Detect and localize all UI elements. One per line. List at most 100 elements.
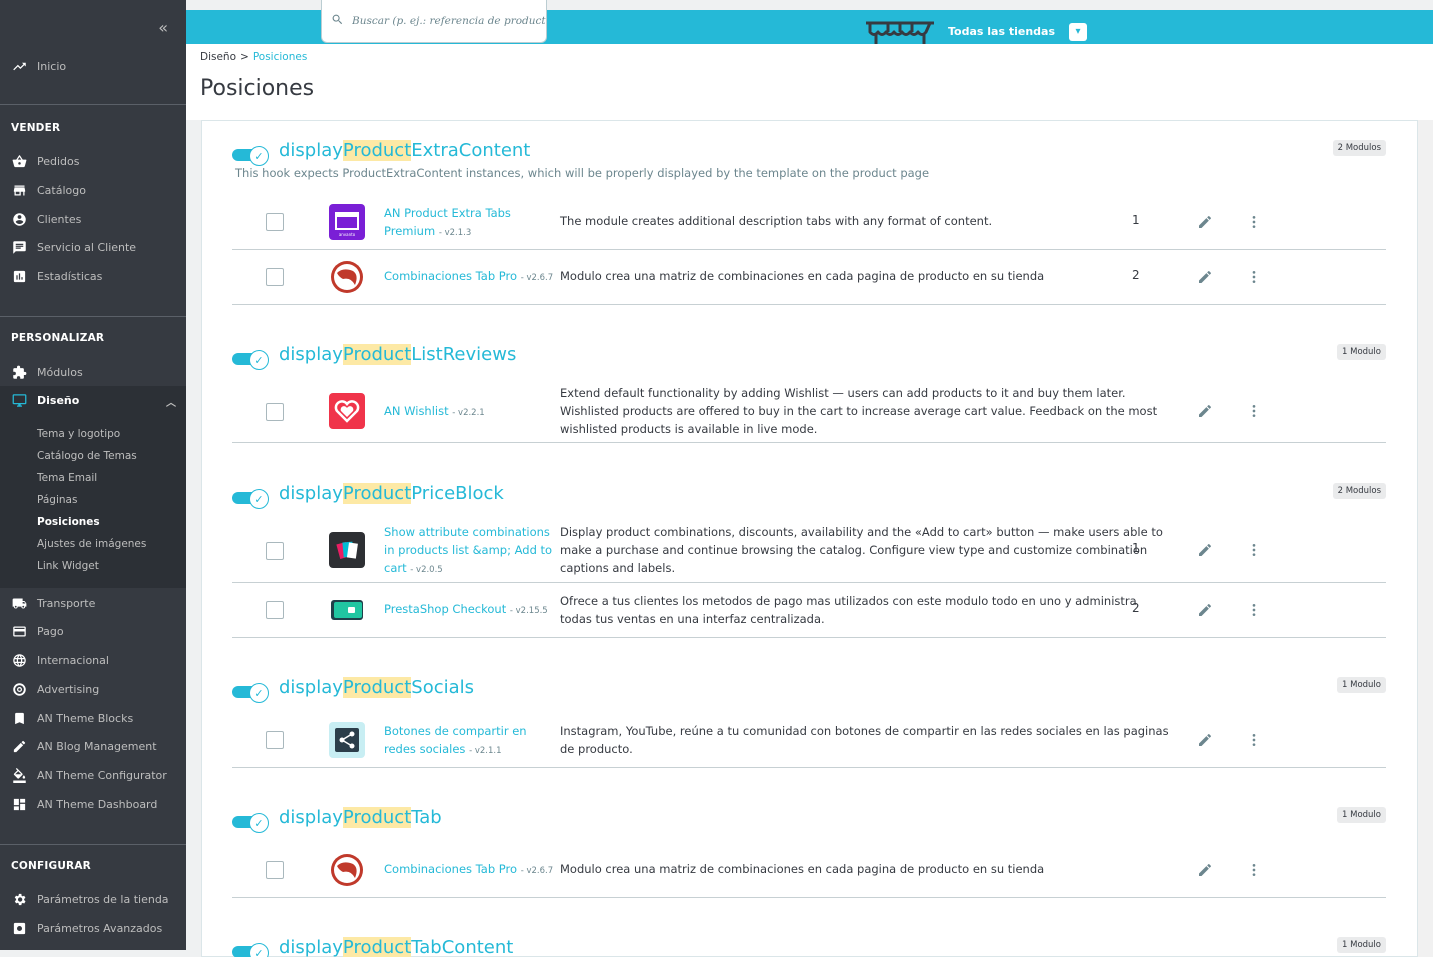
chevron-down-icon[interactable]: ▾	[1069, 22, 1088, 41]
module-checkbox[interactable]	[266, 403, 284, 421]
hook-toggle[interactable]: ✓	[232, 683, 270, 703]
sidebar: « Inicio VENDER Pedidos Catálogo Cliente…	[0, 0, 186, 950]
module-row: AN Wishlist - v2.2.1 Extend default func…	[232, 380, 1386, 443]
hook-toggle[interactable]: ✓	[232, 146, 270, 166]
hook-name[interactable]: displayProductTab	[279, 807, 442, 828]
hook-toggle[interactable]: ✓	[232, 350, 270, 370]
module-checkbox[interactable]	[266, 268, 284, 286]
paint-bucket-icon	[11, 767, 27, 783]
sidebar-item-modulos[interactable]: Módulos	[0, 358, 186, 386]
search-input[interactable]: Buscar (p. ej.: referencia de producto,	[321, 0, 547, 43]
sidebar-item-label: Parámetros Avanzados	[37, 921, 163, 935]
more-vertical-icon[interactable]	[1246, 542, 1262, 558]
pencil-icon[interactable]	[1197, 403, 1213, 419]
hook-section: ✓ displayProductSocials 1 Modulo	[232, 677, 1386, 703]
sidebar-item-advertising[interactable]: Advertising	[0, 675, 186, 703]
sidebar-item-an-theme-configurator[interactable]: AN Theme Configurator	[0, 761, 186, 789]
double-chevron-left-icon[interactable]: «	[158, 18, 168, 37]
module-name[interactable]: PrestaShop Checkout - v2.15.5	[384, 600, 554, 620]
credit-card-icon	[11, 623, 27, 639]
submenu-ajustes-imagenes[interactable]: Ajustes de imágenes	[37, 538, 146, 550]
sidebar-item-servicio[interactable]: Servicio al Cliente	[0, 233, 186, 261]
submenu-catalogo-temas[interactable]: Catálogo de Temas	[37, 450, 137, 462]
sidebar-item-clientes[interactable]: Clientes	[0, 205, 186, 233]
sidebar-divider	[0, 844, 186, 845]
module-row: anvanto AN Product Extra Tabs Premium - …	[232, 195, 1386, 250]
sidebar-item-label: Catálogo	[37, 183, 86, 197]
hook-name[interactable]: displayProductListReviews	[279, 344, 516, 365]
sidebar-item-label: Inicio	[37, 59, 67, 73]
hook-name[interactable]: displayProductTabContent	[279, 937, 513, 957]
sidebar-item-inicio[interactable]: Inicio	[0, 52, 186, 80]
module-description: Display product combinations, discounts,…	[560, 525, 1163, 575]
module-logo	[329, 852, 365, 888]
scrollbar[interactable]	[1418, 120, 1433, 957]
sidebar-item-pago[interactable]: Pago	[0, 617, 186, 645]
module-name[interactable]: Combinaciones Tab Pro - v2.6.7	[384, 860, 554, 880]
module-description: The module creates additional descriptio…	[560, 214, 993, 228]
pencil-icon[interactable]	[1197, 214, 1213, 230]
sidebar-item-an-theme-dashboard[interactable]: AN Theme Dashboard	[0, 790, 186, 818]
sidebar-item-pedidos[interactable]: Pedidos	[0, 147, 186, 175]
module-name[interactable]: Show attribute combinations in products …	[384, 523, 554, 579]
hook-toggle[interactable]: ✓	[232, 943, 270, 957]
sidebar-item-label: Estadísticas	[37, 269, 103, 283]
module-name[interactable]: AN Product Extra Tabs Premium - v2.1.3	[384, 204, 554, 242]
more-vertical-icon[interactable]	[1246, 403, 1262, 419]
sidebar-item-an-blog[interactable]: AN Blog Management	[0, 732, 186, 760]
pencil-icon[interactable]	[1197, 732, 1213, 748]
more-vertical-icon[interactable]	[1246, 269, 1262, 285]
more-vertical-icon[interactable]	[1246, 214, 1262, 230]
module-name[interactable]: Combinaciones Tab Pro - v2.6.7	[384, 267, 554, 287]
hook-toggle[interactable]: ✓	[232, 489, 270, 509]
hook-description: This hook expects ProductExtraContent in…	[235, 166, 930, 180]
hook-name[interactable]: displayProductExtraContent	[279, 140, 530, 161]
pencil-icon[interactable]	[1197, 542, 1213, 558]
module-checkbox[interactable]	[266, 731, 284, 749]
sidebar-divider	[0, 316, 186, 317]
submenu-tema-logotipo[interactable]: Tema y logotipo	[37, 428, 120, 440]
sidebar-item-estadisticas[interactable]: Estadísticas	[0, 262, 186, 290]
more-vertical-icon[interactable]	[1246, 602, 1262, 618]
sidebar-item-parametros-avanzados[interactable]: Parámetros Avanzados	[0, 914, 186, 942]
hook-name[interactable]: displayProductSocials	[279, 677, 474, 698]
sidebar-item-label: Servicio al Cliente	[37, 240, 137, 254]
breadcrumb-current[interactable]: Posiciones	[253, 51, 307, 63]
pencil-icon[interactable]	[1197, 269, 1213, 285]
sidebar-item-label: Advertising	[37, 682, 100, 696]
sidebar-item-diseno[interactable]: Diseño ︿	[0, 386, 186, 414]
section-title-personalizar: PERSONALIZAR	[11, 332, 105, 344]
sidebar-item-transporte[interactable]: Transporte	[0, 589, 186, 617]
hook-name[interactable]: displayProductPriceBlock	[279, 483, 504, 504]
hook-toggle[interactable]: ✓	[232, 813, 270, 833]
module-checkbox[interactable]	[266, 861, 284, 879]
module-name[interactable]: Botones de compartir en redes sociales -…	[384, 722, 554, 760]
module-count-badge: 2 Modulos	[1332, 140, 1386, 156]
breadcrumb-parent[interactable]: Diseño	[200, 51, 236, 63]
sidebar-divider	[0, 104, 186, 105]
module-row: PrestaShop Checkout - v2.15.5 Ofrece a t…	[232, 583, 1386, 638]
module-checkbox[interactable]	[266, 601, 284, 619]
submenu-link-widget[interactable]: Link Widget	[37, 560, 99, 572]
bar-chart-icon	[11, 268, 27, 284]
breadcrumb: Diseño > Posiciones	[200, 51, 307, 63]
module-description: Modulo crea una matriz de combinaciones …	[560, 862, 1045, 876]
pencil-icon[interactable]	[1197, 602, 1213, 618]
chevron-up-icon[interactable]: ︿	[166, 394, 176, 409]
module-name[interactable]: AN Wishlist - v2.2.1	[384, 402, 554, 422]
sidebar-item-catalogo[interactable]: Catálogo	[0, 176, 186, 204]
sidebar-item-internacional[interactable]: Internacional	[0, 646, 186, 674]
more-vertical-icon[interactable]	[1246, 862, 1262, 878]
sidebar-item-an-theme-blocks[interactable]: AN Theme Blocks	[0, 704, 186, 732]
submenu-paginas[interactable]: Páginas	[37, 494, 77, 506]
submenu-tema-email[interactable]: Tema Email	[37, 472, 97, 484]
submenu-posiciones[interactable]: Posiciones	[37, 516, 100, 528]
more-vertical-icon[interactable]	[1246, 732, 1262, 748]
module-checkbox[interactable]	[266, 213, 284, 231]
storefront-icon	[864, 15, 936, 48]
module-checkbox[interactable]	[266, 542, 284, 560]
sidebar-item-parametros-tienda[interactable]: Parámetros de la tienda	[0, 885, 186, 913]
module-position: 2	[1132, 601, 1140, 615]
pencil-icon[interactable]	[1197, 862, 1213, 878]
shop-selector[interactable]: Todas las tiendas ▾	[864, 15, 1088, 48]
